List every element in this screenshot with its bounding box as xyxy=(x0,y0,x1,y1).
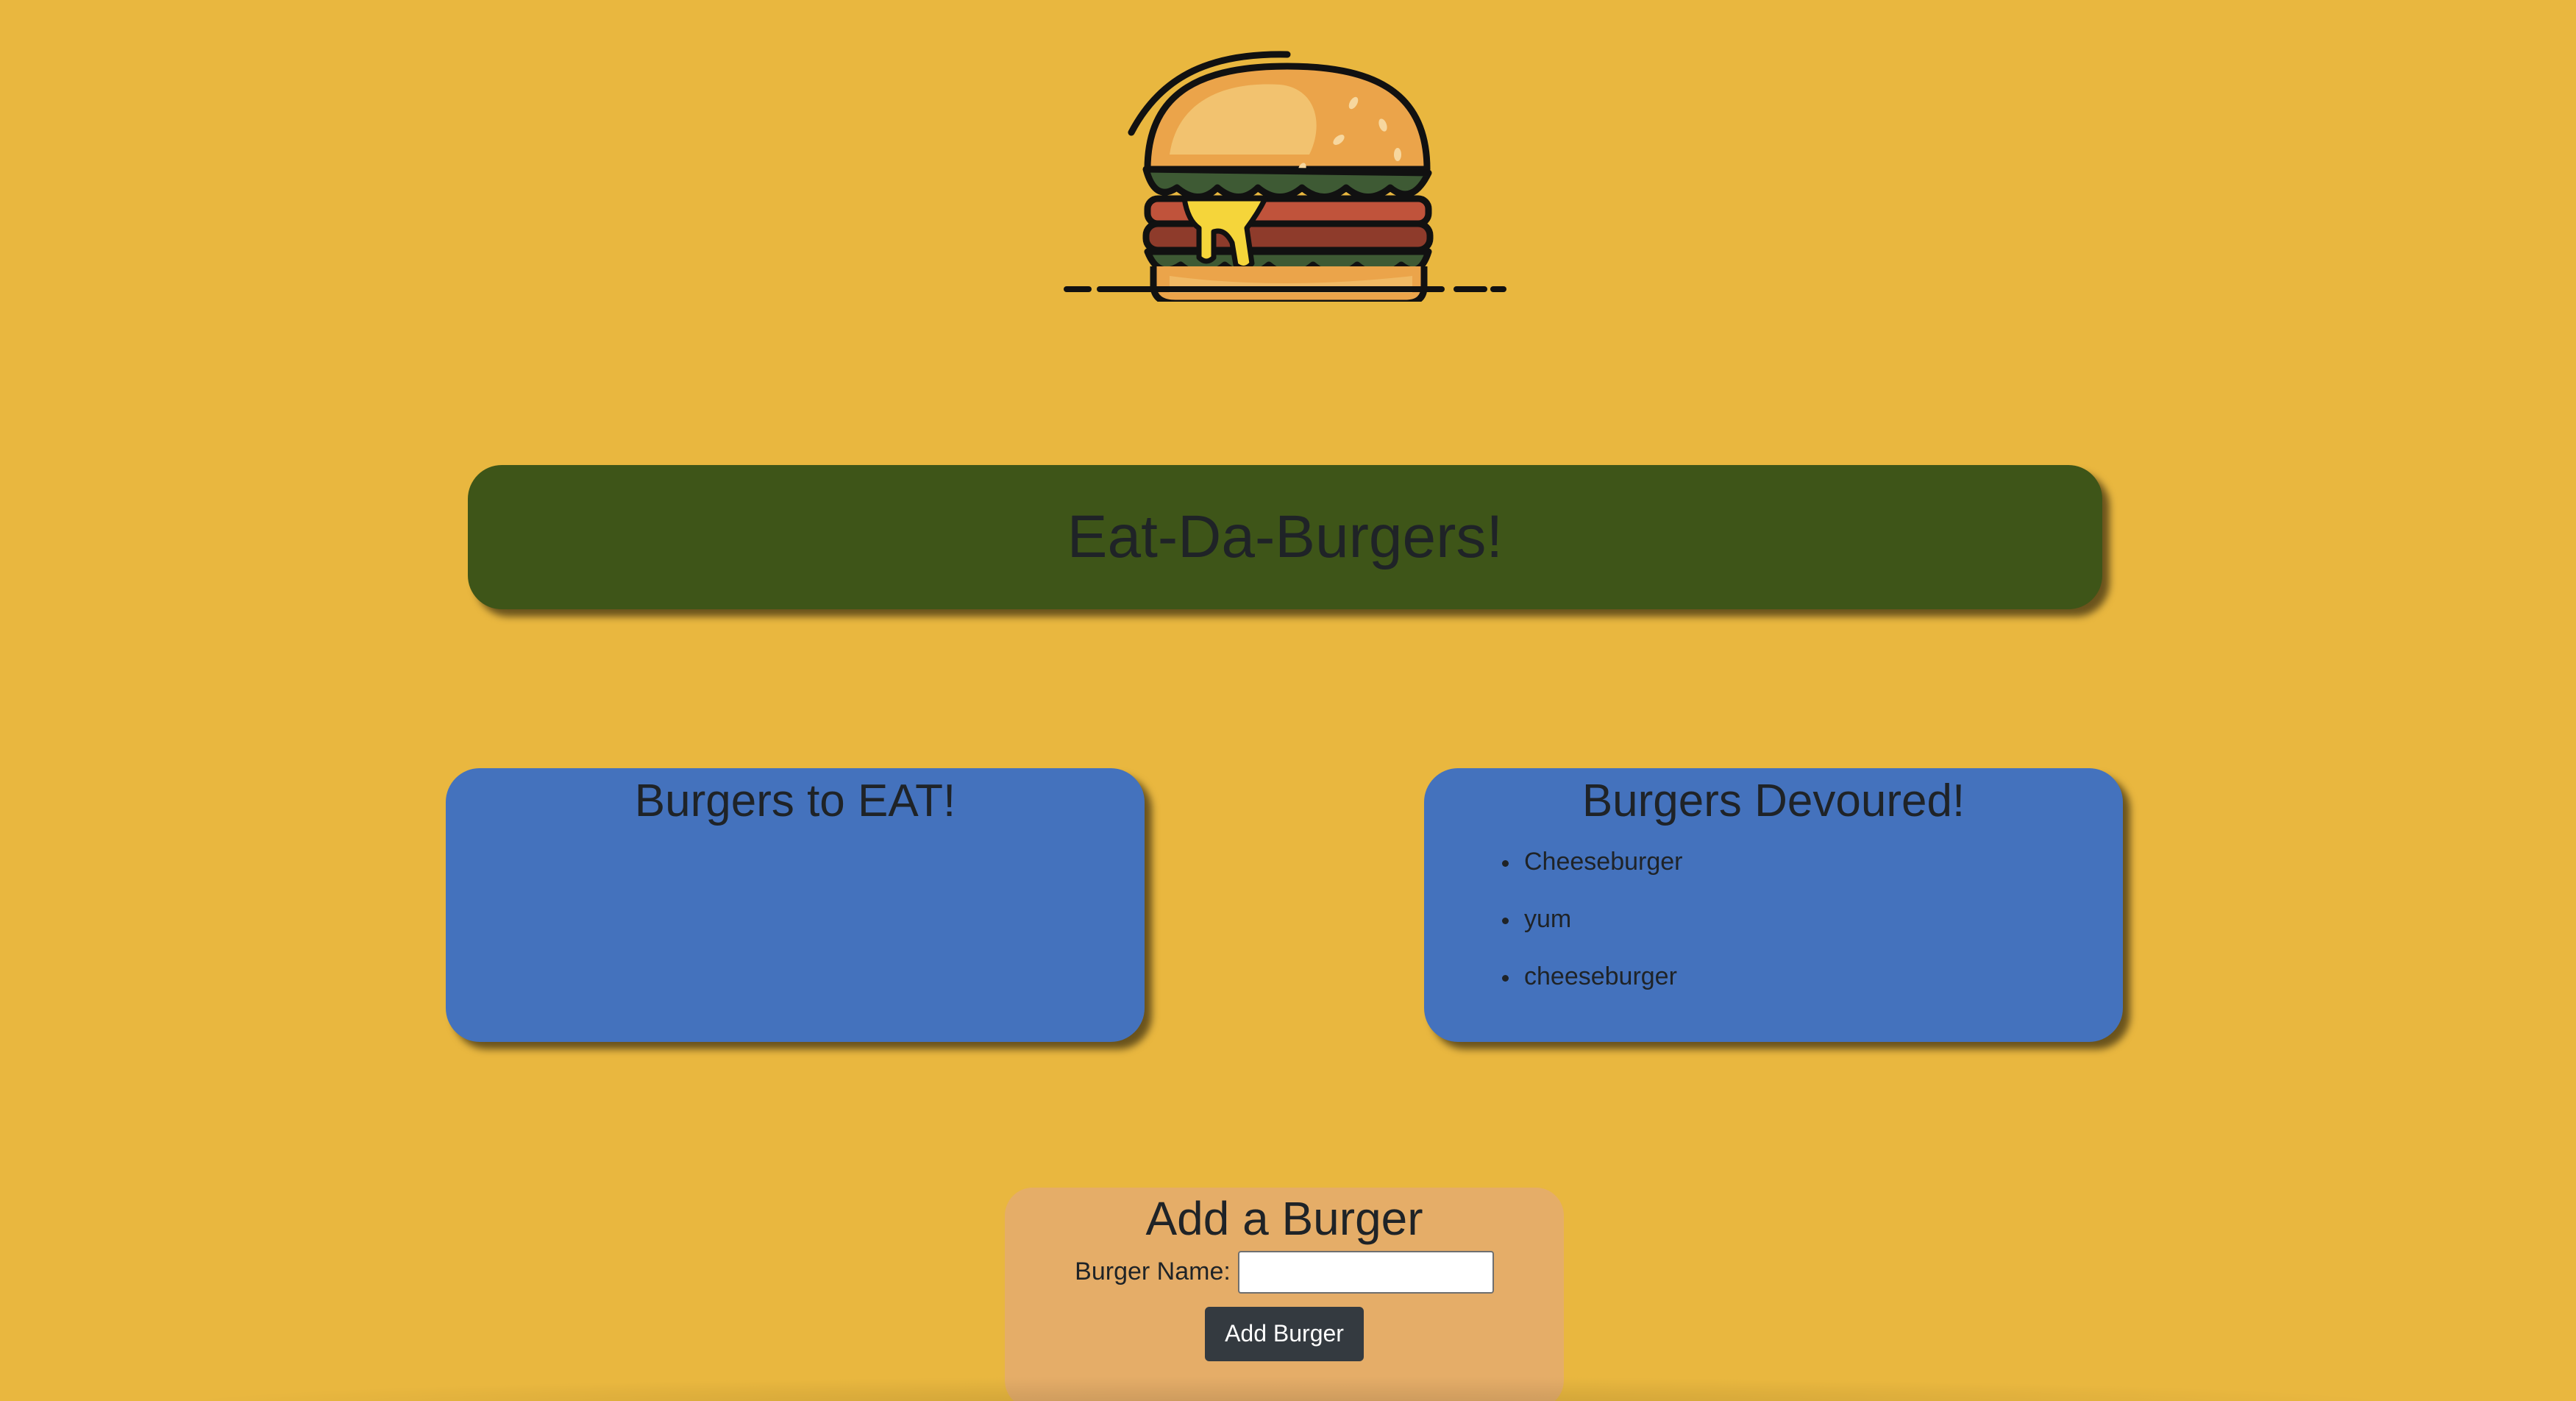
add-burger-form: Add a Burger Burger Name: Add Burger xyxy=(1005,1188,1564,1401)
burgers-devoured-title: Burgers Devoured! xyxy=(1581,776,1965,826)
add-burger-button[interactable]: Add Burger xyxy=(1205,1306,1364,1361)
list-item: Cheeseburger xyxy=(1520,849,2123,907)
burger-name-row: Burger Name: xyxy=(1005,1250,1564,1294)
list-item: yum xyxy=(1520,907,2123,964)
burgers-devoured-list: Cheeseburger yum cheeseburger xyxy=(1424,849,2123,1021)
burger-name-label: Burger Name: xyxy=(1075,1258,1231,1286)
burgers-devoured-panel: Burgers Devoured! Cheeseburger yum chees… xyxy=(1424,768,2123,1042)
add-burger-title: Add a Burger xyxy=(1145,1192,1423,1245)
list-item: cheeseburger xyxy=(1520,964,2123,1021)
burgers-to-eat-panel: Burgers to EAT! xyxy=(446,768,1145,1042)
burger-name-input[interactable] xyxy=(1237,1250,1494,1294)
burger-icon xyxy=(1064,51,1506,302)
page-title: Eat-Da-Burgers! xyxy=(1067,503,1504,570)
burger-logo xyxy=(1059,44,1515,302)
burgers-to-eat-title: Burgers to EAT! xyxy=(634,776,956,826)
header-banner: Eat-Da-Burgers! xyxy=(468,465,2102,609)
